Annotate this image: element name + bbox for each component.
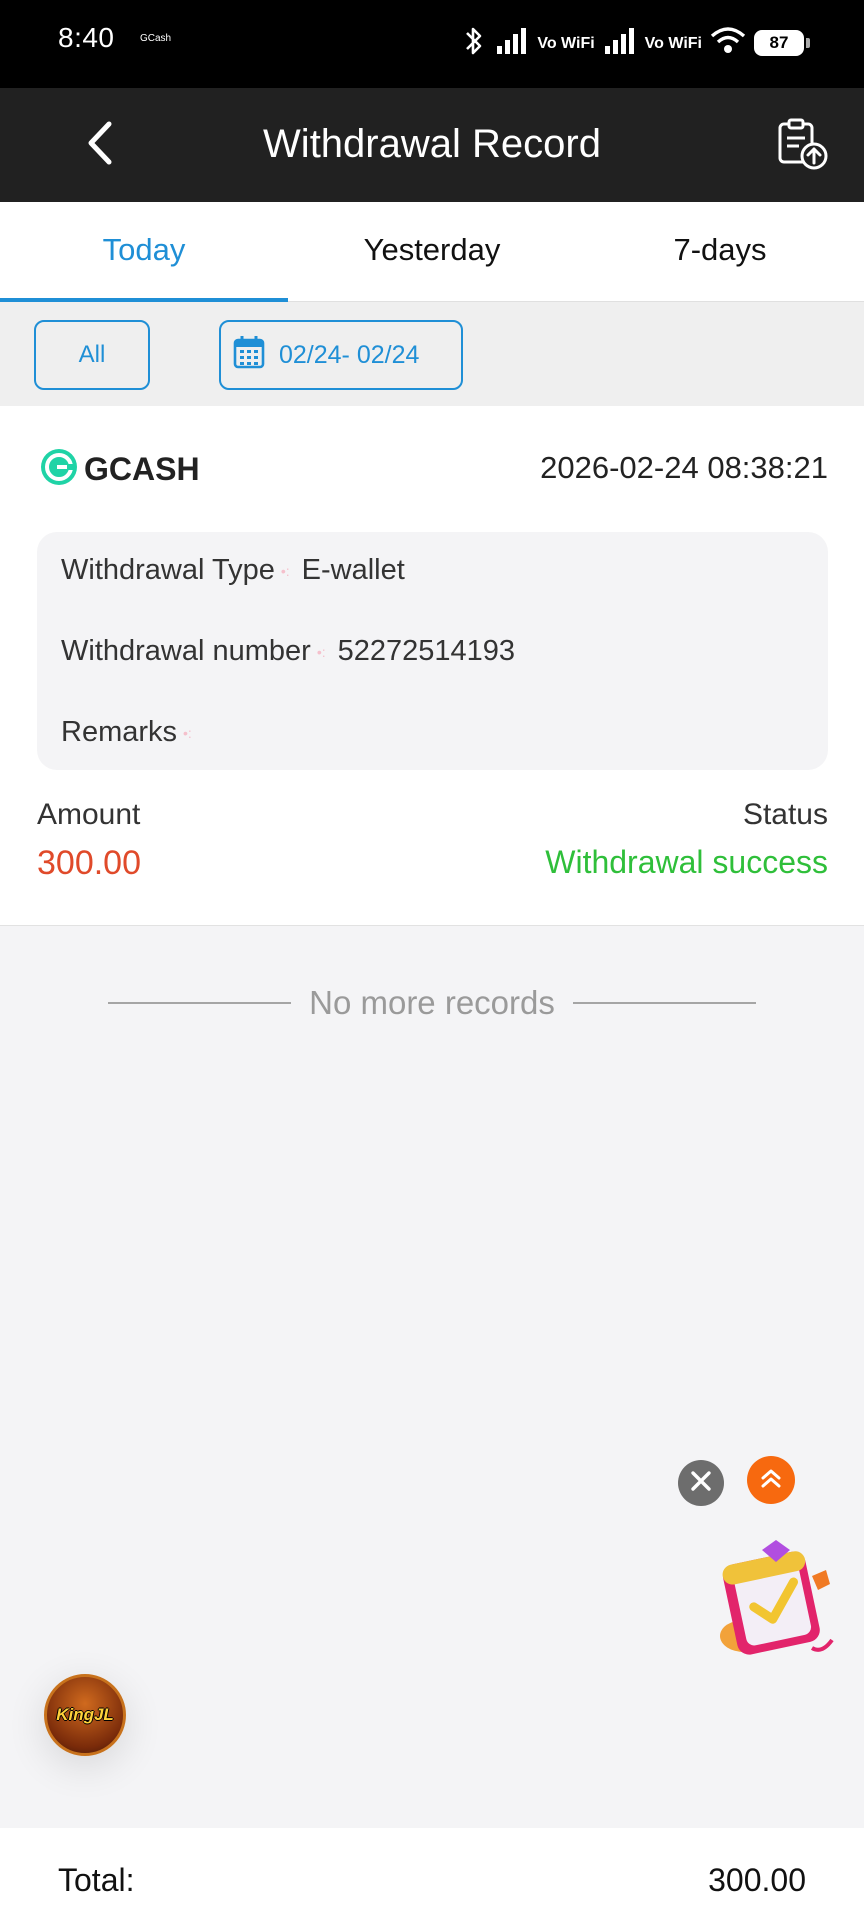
separator: •: [183, 724, 192, 741]
list-end-indicator: No more records [108, 984, 756, 1022]
filter-bar: All 02/24- 02/24 [0, 302, 864, 406]
clipboard-upload-icon [774, 118, 830, 176]
record-datetime: 2026-02-24 08:38:21 [540, 450, 828, 485]
vowifi-label-2: Vo WiFi [644, 34, 702, 52]
filter-all-button[interactable]: All [34, 320, 150, 390]
divider-left [108, 1002, 292, 1004]
withdrawal-record-card[interactable]: GCASH 2026-02-24 08:38:21 Withdrawal Typ… [0, 406, 864, 926]
withdrawal-number-value: 52272514193 [337, 635, 516, 667]
date-tabs: Today Yesterday 7-days [0, 202, 864, 302]
gcash-logo-icon [40, 448, 78, 491]
date-range-label: 02/24- 02/24 [279, 340, 420, 369]
record-details: Withdrawal Type •: E-wallet Withdrawal n… [37, 532, 828, 770]
provider-brand: GCASH [40, 448, 200, 491]
total-value: 300.00 [708, 1862, 806, 1898]
vowifi-label: Vo WiFi [537, 34, 595, 52]
bluetooth-icon [461, 24, 487, 63]
tab-today[interactable]: Today [0, 202, 288, 302]
withdrawal-type-row: Withdrawal Type •: E-wallet [61, 554, 405, 587]
total-bar: Total: 300.00 [0, 1828, 864, 1920]
no-more-records-text: No more records [309, 984, 555, 1021]
date-range-picker[interactable]: 02/24- 02/24 [219, 320, 463, 390]
page-title: Withdrawal Record [263, 122, 601, 166]
withdrawal-type-label: Withdrawal Type [61, 554, 275, 586]
separator: •: [316, 643, 326, 660]
signal-icon-2 [603, 26, 637, 61]
total-label: Total: [58, 1862, 135, 1898]
amount-label: Amount [37, 798, 141, 831]
double-chevron-up-icon [758, 1465, 784, 1496]
export-record-button[interactable] [774, 116, 834, 176]
gift-checklist-button[interactable] [714, 1536, 838, 1662]
gift-checklist-icon [714, 1540, 838, 1666]
tab-7-days[interactable]: 7-days [576, 202, 864, 301]
withdrawal-type-value: E-wallet [301, 554, 405, 586]
remarks-label: Remarks [61, 716, 178, 748]
status-value: Withdrawal success [545, 844, 828, 880]
calendar-icon [233, 335, 265, 376]
status-icons: Vo WiFi Vo WiFi 87 [461, 18, 810, 68]
remarks-row: Remarks •: [61, 716, 204, 749]
status-app-name: GCash [140, 33, 172, 44]
status-time: 8:40 [58, 22, 115, 53]
close-icon [690, 1470, 712, 1497]
kingjl-logo-button[interactable]: KingJL [44, 1674, 126, 1756]
battery-indicator: 87 [754, 30, 810, 56]
scroll-to-top-button[interactable] [747, 1456, 795, 1504]
tab-yesterday[interactable]: Yesterday [288, 202, 576, 301]
amount-value: 300.00 [37, 844, 141, 882]
divider-right [572, 1002, 756, 1004]
kingjl-logo: KingJL [56, 1705, 114, 1724]
signal-icon [495, 26, 529, 61]
withdrawal-number-label: Withdrawal number [61, 635, 311, 667]
app-header: Withdrawal Record [0, 88, 864, 202]
close-floating-button[interactable] [678, 1460, 724, 1506]
separator: •: [280, 562, 290, 579]
status-label: Status [742, 798, 828, 831]
status-bar: 8:40 GCash Vo WiFi Vo WiFi 87 [0, 0, 864, 88]
wifi-icon [710, 26, 746, 61]
withdrawal-number-row: Withdrawal number •: 52272514193 [61, 635, 515, 668]
provider-name: GCASH [84, 451, 200, 487]
